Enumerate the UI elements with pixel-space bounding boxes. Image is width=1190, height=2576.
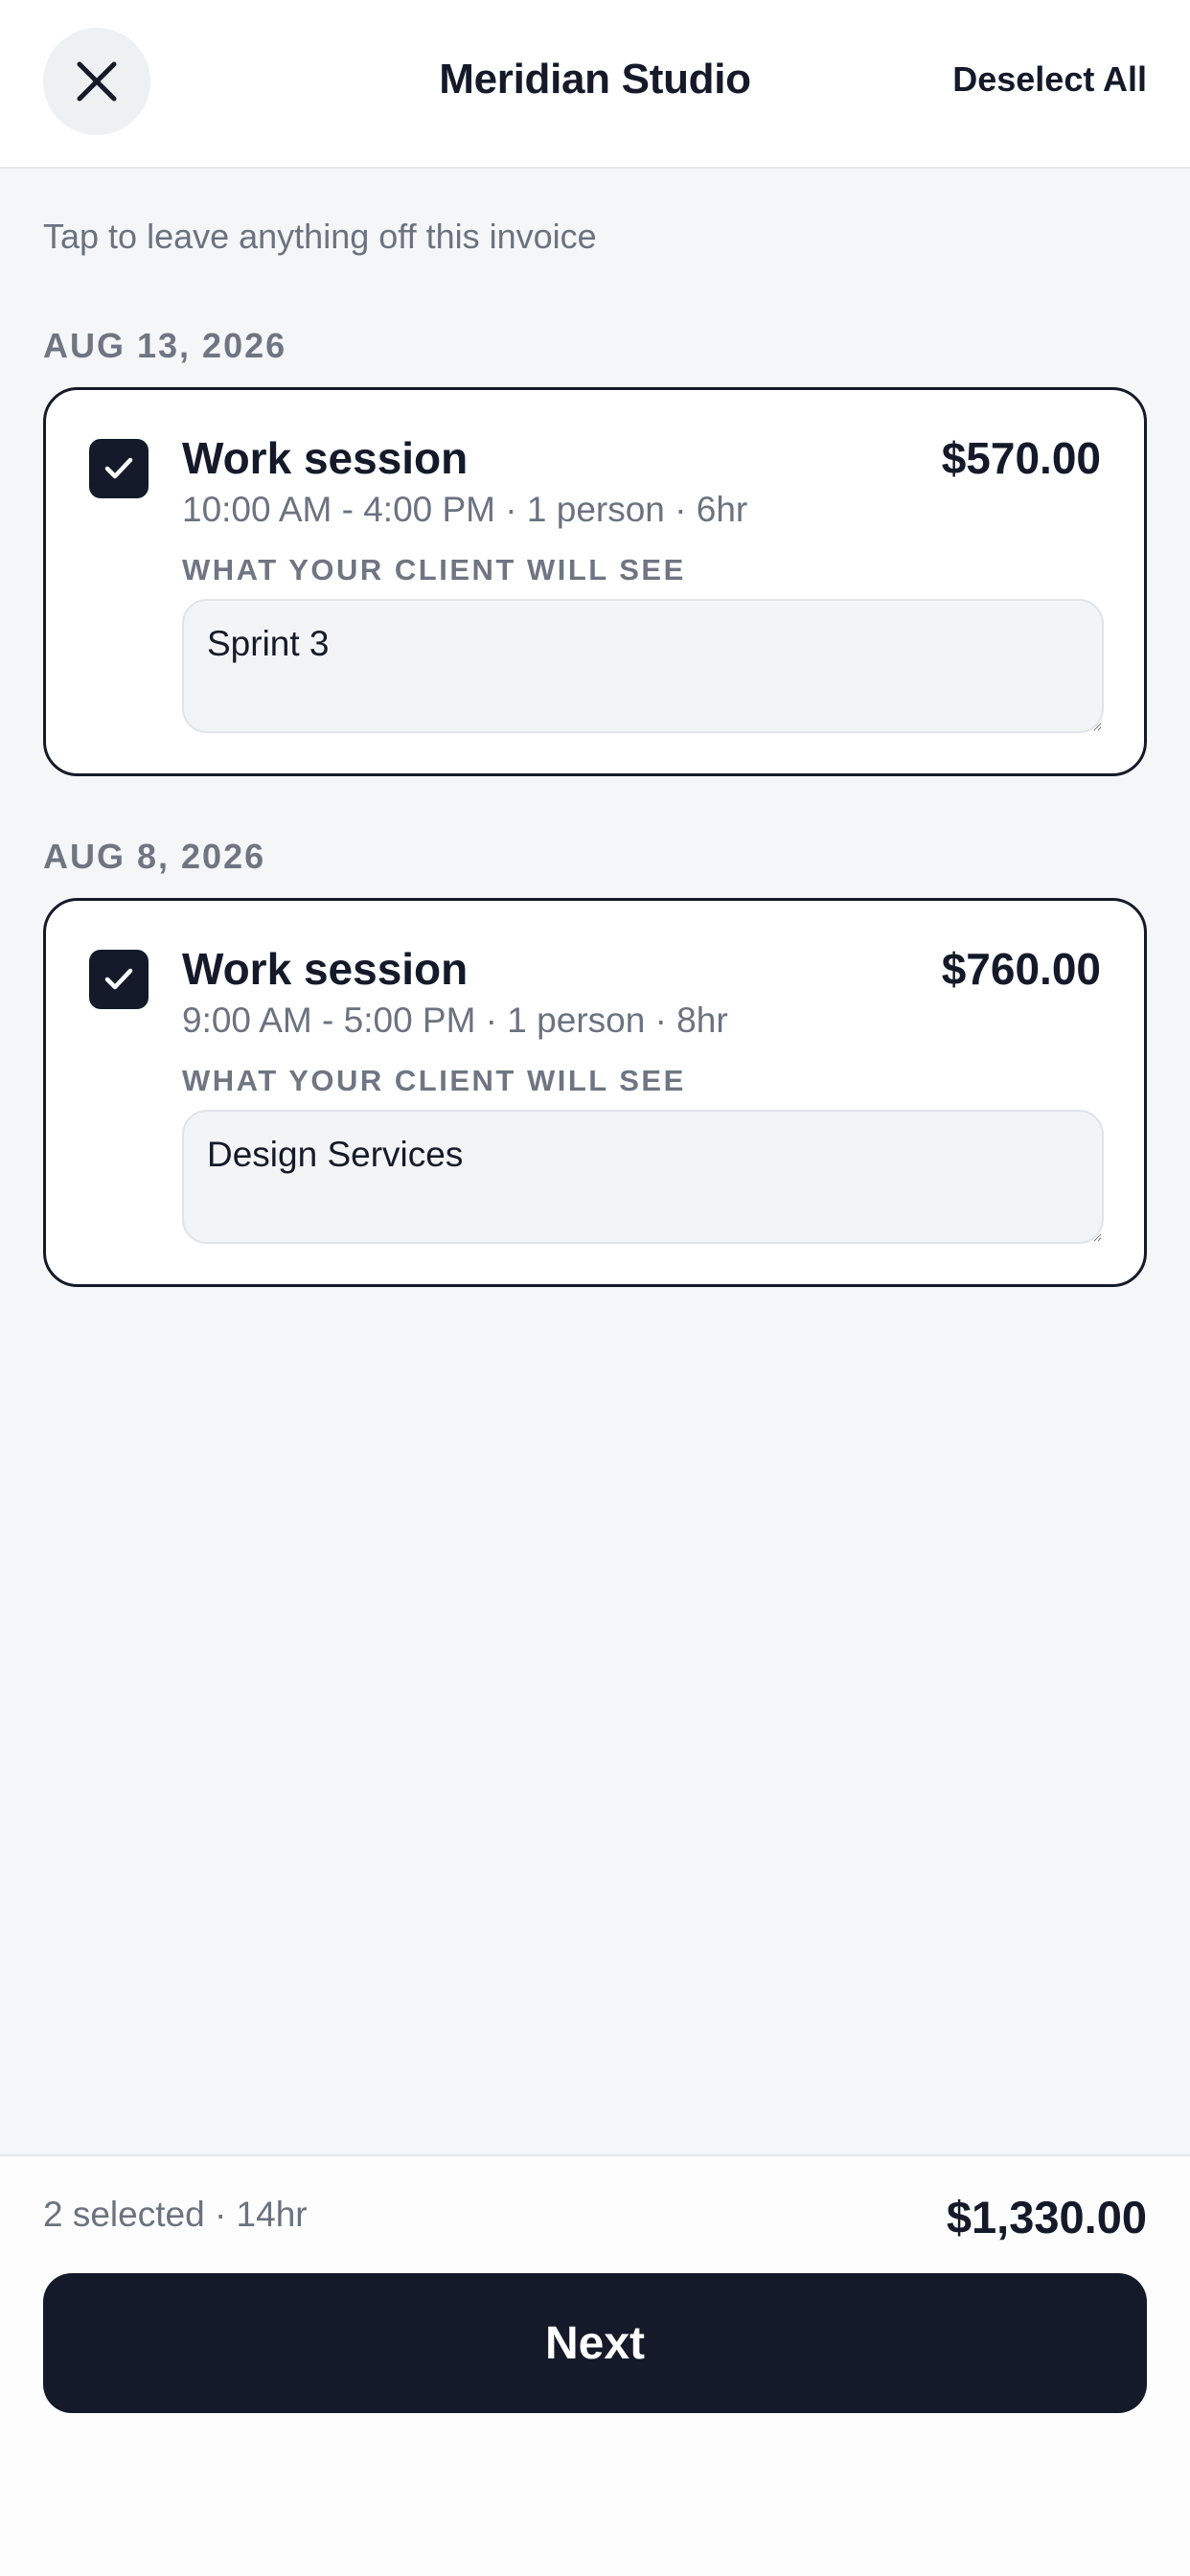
- checkmark-icon: [104, 457, 133, 479]
- item-meta: 9:00 AM - 5:00 PM · 1 person · 8hr: [182, 1000, 728, 1040]
- date-header: AUG 8, 2026: [43, 837, 266, 876]
- client-description-input[interactable]: [182, 1110, 1104, 1244]
- deselect-all-button[interactable]: Deselect All: [952, 59, 1147, 100]
- invoice-total: $1,330.00: [946, 2192, 1147, 2242]
- item-amount: $570.00: [941, 433, 1101, 483]
- hint-text: Tap to leave anything off this invoice: [43, 217, 597, 256]
- selection-summary: 2 selected · 14hr: [43, 2195, 308, 2234]
- checkmark-icon: [104, 968, 133, 990]
- app-header: Meridian Studio Deselect All: [0, 0, 1190, 169]
- client-view-label: WHAT YOUR CLIENT WILL SEE: [182, 553, 686, 586]
- item-amount: $760.00: [941, 944, 1101, 994]
- work-session-card[interactable]: Work session $760.00 9:00 AM - 5:00 PM ·…: [43, 898, 1147, 1287]
- client-view-label: WHAT YOUR CLIENT WILL SEE: [182, 1064, 686, 1097]
- date-header: AUG 13, 2026: [43, 326, 287, 365]
- summary-footer: 2 selected · 14hr $1,330.00 Next: [0, 2154, 1190, 2576]
- next-button[interactable]: Next: [43, 2273, 1147, 2413]
- item-checkbox[interactable]: [89, 950, 149, 1009]
- client-description-input[interactable]: [182, 599, 1104, 733]
- item-title: Work session: [182, 433, 469, 483]
- work-session-card[interactable]: Work session $570.00 10:00 AM - 4:00 PM …: [43, 387, 1147, 776]
- item-title: Work session: [182, 944, 469, 994]
- item-meta: 10:00 AM - 4:00 PM · 1 person · 6hr: [182, 490, 748, 529]
- item-checkbox[interactable]: [89, 439, 149, 498]
